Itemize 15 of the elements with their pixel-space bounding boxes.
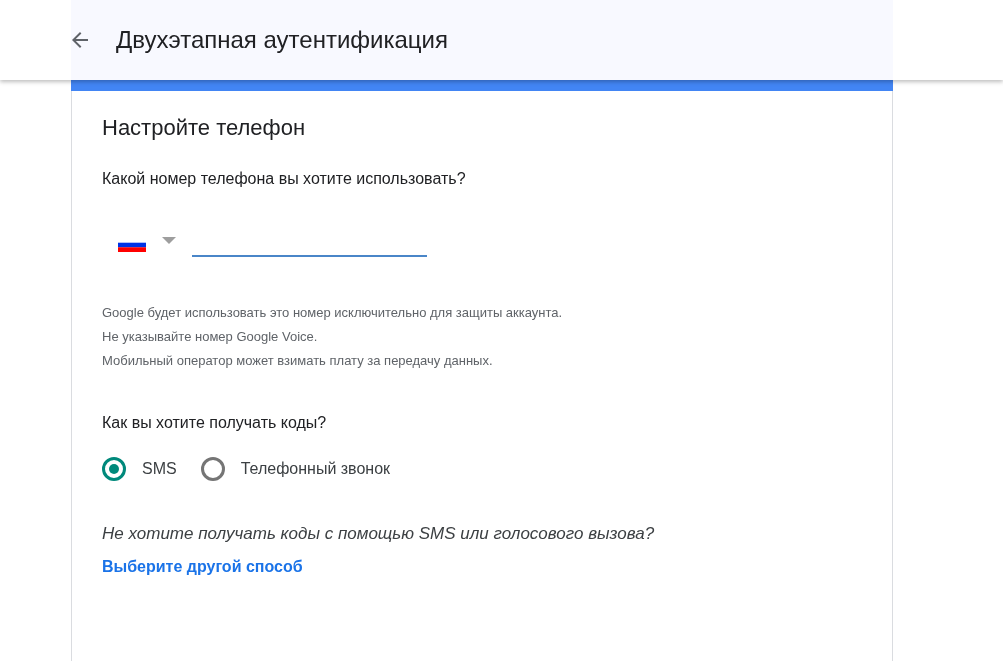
- hint-text: Мобильный оператор может взимать плату за передачу данных.: [102, 352, 494, 371]
- section-title: Настройте телефон: [102, 115, 307, 142]
- page-title: Двухэтапная аутентификация: [116, 25, 448, 55]
- choose-another-method-link[interactable]: Выберите другой способ: [102, 554, 303, 579]
- dropdown-caret-icon: [162, 237, 176, 246]
- radio-button[interactable]: [200, 457, 225, 482]
- question-text: Какой номер телефона вы хотите использовать?: [102, 169, 467, 190]
- country-selector[interactable]: [118, 237, 176, 254]
- radio-label[interactable]: Телефонный звонок: [240, 457, 391, 482]
- question-text: Как вы хотите получать коды?: [102, 413, 328, 434]
- alternative-question-text: Не хотите получать коды с помощью SMS или голосового вызова?: [102, 523, 656, 546]
- radio-button[interactable]: [102, 457, 126, 482]
- hint-text: Не указывайте номер Google Voice.: [102, 328, 319, 347]
- radio-label[interactable]: SMS: [142, 457, 177, 482]
- hint-text: Google будет использовать это номер исключительно для защиты аккаунта.: [102, 304, 564, 323]
